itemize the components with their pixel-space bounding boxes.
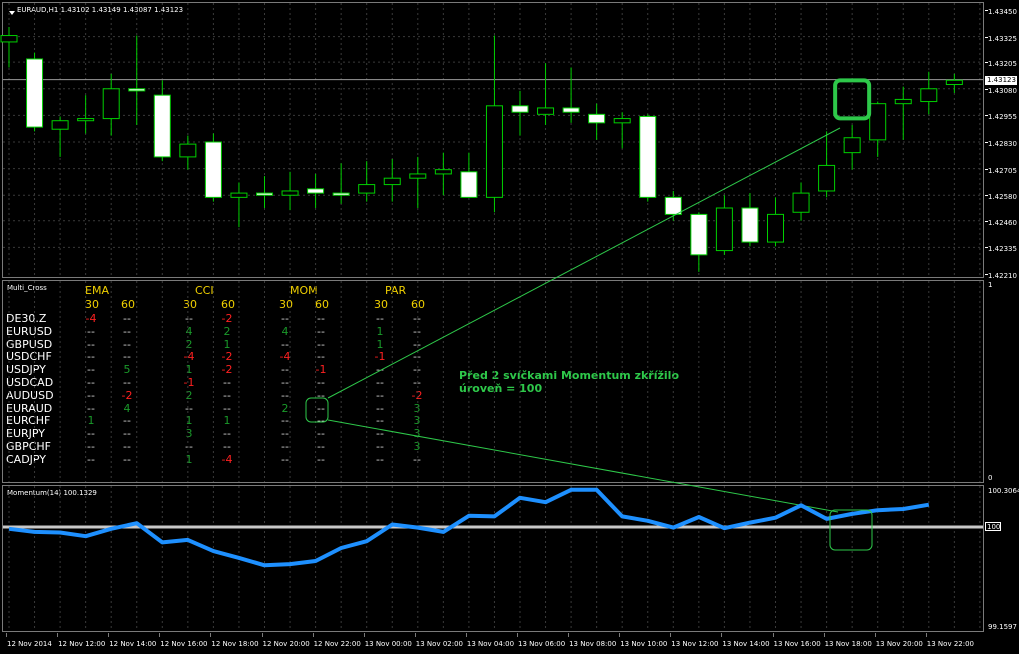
candle-body [613,118,631,124]
connector-line-to-momentum [327,419,839,513]
candle-body [588,113,606,124]
candle-body [0,35,18,43]
candle-body [51,120,69,130]
candle-body [332,192,350,196]
candle-body [485,105,503,198]
candle-body [307,188,325,194]
candle-body [664,196,682,215]
candle-body [128,88,146,92]
chart-drawing [0,3,983,631]
candle-body [383,177,401,186]
candle-body [818,164,836,192]
candle-body [26,58,44,128]
candle-body [256,192,273,196]
candle-body [792,192,810,213]
candle-body [434,169,452,175]
candle-body [920,88,938,103]
candle-body [767,213,784,243]
candle-body [460,171,478,198]
candle-body [77,118,95,122]
candle-body [869,103,887,141]
candle-body [511,105,529,113]
candle-body [204,141,222,198]
candle-body [358,184,376,194]
candle-body [562,107,580,113]
candle-body [409,173,427,179]
candle-body [102,88,120,120]
candle-body [741,207,759,243]
candle-body [639,115,657,198]
candle-body [945,79,963,86]
candle-body [537,107,555,115]
candle-body [715,207,733,252]
candle-body [843,137,861,154]
candle-body [690,213,708,256]
candle-body [153,94,171,158]
candle-body [230,192,248,198]
candle-body [281,190,299,196]
candle-body [179,143,197,158]
mom-cell-highlight [305,397,329,423]
candle-body [894,98,912,105]
